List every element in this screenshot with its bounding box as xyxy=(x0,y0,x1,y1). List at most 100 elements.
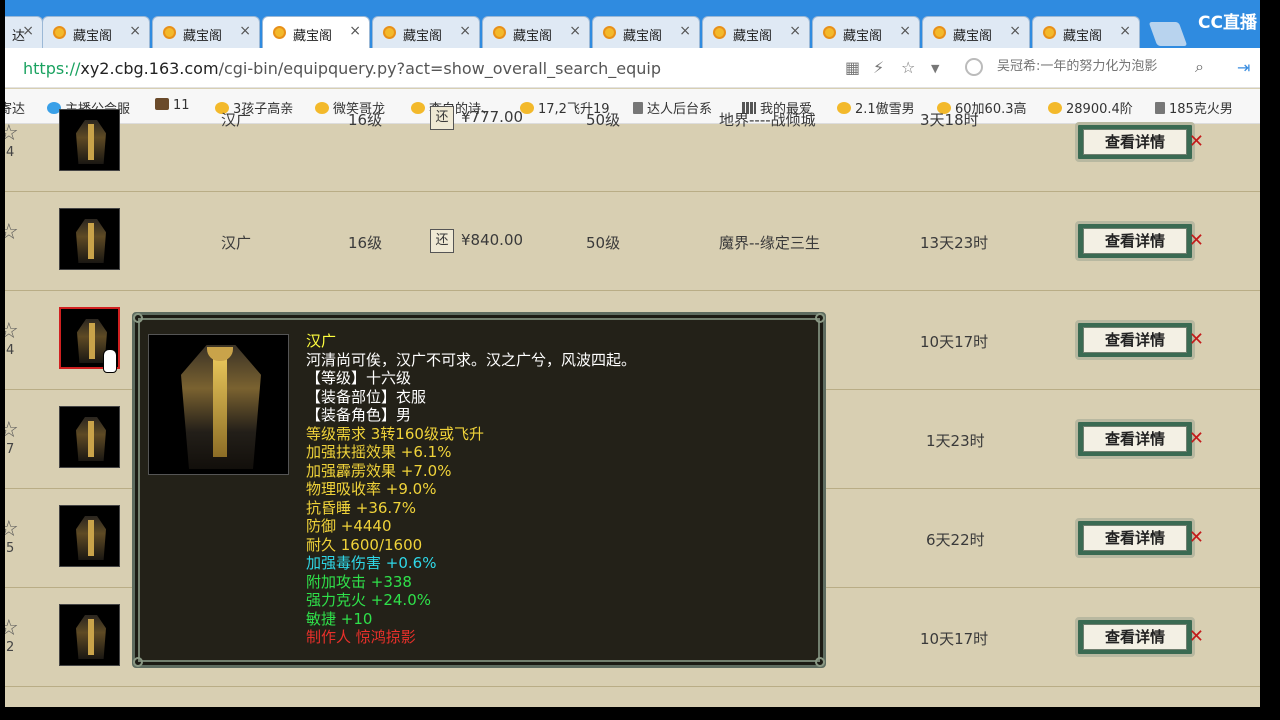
equipment-attributes: 汉广 河清尚可俟，汉广不可求。汉之广兮，风波四起。 【等级】十六级 【装备部位】… xyxy=(306,332,636,647)
row-rank: 4 xyxy=(6,343,15,358)
view-detail-button[interactable]: 查看详情 ✕ xyxy=(1075,518,1204,558)
tab-label: 藏宝阁 xyxy=(843,29,883,44)
tooltip-line: 附加攻击 +338 xyxy=(306,572,412,591)
cbg-favicon-icon xyxy=(163,26,176,39)
tab[interactable]: 藏宝阁 × xyxy=(482,16,590,48)
close-icon[interactable]: × xyxy=(679,23,691,39)
row-rank: 2 xyxy=(6,640,15,655)
equipment-thumbnail[interactable] xyxy=(59,604,120,666)
cbg-favicon-icon xyxy=(933,26,946,39)
close-icon[interactable]: ✕ xyxy=(1189,131,1204,152)
close-icon[interactable]: × xyxy=(459,23,471,39)
tooltip-maker: 制作人 惊鸿掠影 xyxy=(306,628,416,646)
level-requirement: 50级 xyxy=(586,234,621,252)
tab-label: 藏宝阁 xyxy=(623,29,663,44)
view-detail-button[interactable]: 查看详情 ✕ xyxy=(1075,320,1204,360)
url-host: xy2.cbg.163.com xyxy=(80,59,219,78)
tab[interactable]: 藏宝阁 × xyxy=(922,16,1030,48)
row-rank: 4 xyxy=(6,145,15,160)
search-icon[interactable]: ⌕ xyxy=(1195,57,1204,77)
search-box[interactable]: ⌕ xyxy=(965,57,1215,79)
favorite-star-icon[interactable]: ☆ xyxy=(5,517,19,542)
cbg-favicon-icon xyxy=(53,26,66,39)
close-icon[interactable]: × xyxy=(129,23,141,39)
favorite-star-icon[interactable]: ☆ xyxy=(5,319,19,344)
return-badge: 还 xyxy=(430,106,454,130)
favorite-star-icon[interactable]: ☆ xyxy=(5,616,19,641)
equipment-thumbnail[interactable] xyxy=(59,505,120,567)
tooltip-line: 等级需求 3转160级或飞升 xyxy=(306,424,484,443)
equipment-thumbnail[interactable] xyxy=(59,208,120,270)
close-icon[interactable]: ✕ xyxy=(1189,329,1204,350)
tab[interactable]: 达 × xyxy=(5,16,43,48)
url-scheme: https:// xyxy=(23,59,81,78)
tab[interactable]: 藏宝阁 × xyxy=(812,16,920,48)
tab-active[interactable]: 藏宝阁 × xyxy=(262,16,370,48)
close-icon[interactable]: ✕ xyxy=(1189,626,1204,647)
qr-icon[interactable]: ▦ xyxy=(845,58,860,77)
cbg-favicon-icon xyxy=(603,26,616,39)
close-icon[interactable]: × xyxy=(349,23,361,39)
tooltip-description: 河清尚可俟，汉广不可求。汉之广兮，风波四起。 xyxy=(306,350,637,369)
search-input[interactable] xyxy=(997,59,1177,74)
view-detail-button[interactable]: 查看详情 ✕ xyxy=(1075,419,1204,459)
equipment-thumbnail[interactable] xyxy=(59,406,120,468)
tab[interactable]: 藏宝阁 × xyxy=(1032,16,1140,48)
tab[interactable]: 藏宝阁 × xyxy=(152,16,260,48)
close-icon[interactable]: × xyxy=(1009,23,1021,39)
row-rank: 7 xyxy=(6,442,15,457)
tab[interactable]: 藏宝阁 × xyxy=(372,16,480,48)
tooltip-line: 加强毒伤害 +0.6% xyxy=(306,554,437,572)
tooltip-line: 敏捷 +10 xyxy=(306,609,373,628)
favorite-star-icon[interactable]: ☆ xyxy=(5,220,19,245)
close-icon[interactable]: × xyxy=(789,23,801,39)
close-icon[interactable]: ✕ xyxy=(1189,428,1204,449)
view-detail-button[interactable]: 查看详情 ✕ xyxy=(1075,122,1204,162)
cbg-favicon-icon xyxy=(1043,26,1056,39)
favorite-star-icon[interactable]: ☆ xyxy=(5,121,19,146)
tab-label: 藏宝阁 xyxy=(293,29,333,44)
equipment-price: ¥840.00 xyxy=(461,231,524,249)
close-icon[interactable]: × xyxy=(239,23,251,39)
address-bar[interactable]: https://xy2.cbg.163.com/cgi-bin/equipque… xyxy=(5,48,1260,88)
cbg-favicon-icon xyxy=(713,26,726,39)
tab[interactable]: 藏宝阁 × xyxy=(42,16,150,48)
lightning-icon[interactable]: ⚡ xyxy=(873,58,884,77)
tooltip-line: 加强扶摇效果 +6.1% xyxy=(306,443,452,461)
cbg-favicon-icon xyxy=(383,26,396,39)
chevron-down-icon[interactable]: ▼ xyxy=(931,62,939,75)
close-icon[interactable]: × xyxy=(569,23,581,39)
cc-live-logo: CC直播 xyxy=(1198,13,1257,33)
equipment-thumbnail[interactable] xyxy=(59,109,120,171)
tooltip-line: 抗昏睡 +36.7% xyxy=(306,498,416,517)
login-icon[interactable]: ⇥ xyxy=(1237,58,1250,77)
view-detail-button[interactable]: 查看详情 ✕ xyxy=(1075,617,1204,657)
server-name: 地界----战倾城 xyxy=(719,111,816,129)
tooltip-line: 加强霹雳效果 +7.0% xyxy=(306,461,452,480)
tab[interactable]: 藏宝阁 × xyxy=(702,16,810,48)
tab-label: 藏宝阁 xyxy=(953,29,993,44)
star-icon[interactable]: ☆ xyxy=(901,58,915,77)
cbg-favicon-icon xyxy=(493,26,506,39)
tooltip-line: 防御 +4440 xyxy=(306,517,392,535)
close-icon[interactable]: ✕ xyxy=(1189,527,1204,548)
view-detail-button[interactable]: 查看详情 ✕ xyxy=(1075,221,1204,261)
close-icon[interactable]: ✕ xyxy=(1189,230,1204,251)
level-requirement: 50级 xyxy=(586,111,621,129)
close-icon[interactable]: × xyxy=(1119,23,1131,39)
favorite-star-icon[interactable]: ☆ xyxy=(5,418,19,443)
new-tab-button[interactable] xyxy=(1148,22,1188,46)
close-icon[interactable]: × xyxy=(899,23,911,39)
tab-label: 藏宝阁 xyxy=(733,29,773,44)
tooltip-line: 【装备角色】男 xyxy=(306,406,412,424)
tooltip-line: 物理吸收率 +9.0% xyxy=(306,480,437,498)
return-badge: 还 xyxy=(430,229,454,253)
close-icon[interactable]: × xyxy=(22,23,34,39)
tooltip-corner-ornament xyxy=(815,657,825,667)
tab[interactable]: 藏宝阁 × xyxy=(592,16,700,48)
tooltip-corner-ornament xyxy=(133,313,143,323)
cbg-favicon-icon xyxy=(823,26,836,39)
tab-strip: 达 × 藏宝阁 × 藏宝阁 × 藏宝阁 × 藏宝阁 × 藏宝阁 × 藏宝阁 × 藏宝阁 × 藏宝… xyxy=(5,0,1260,48)
url-text[interactable]: https://xy2.cbg.163.com/cgi-bin/equipque… xyxy=(23,59,661,78)
tooltip-corner-ornament xyxy=(133,657,143,667)
